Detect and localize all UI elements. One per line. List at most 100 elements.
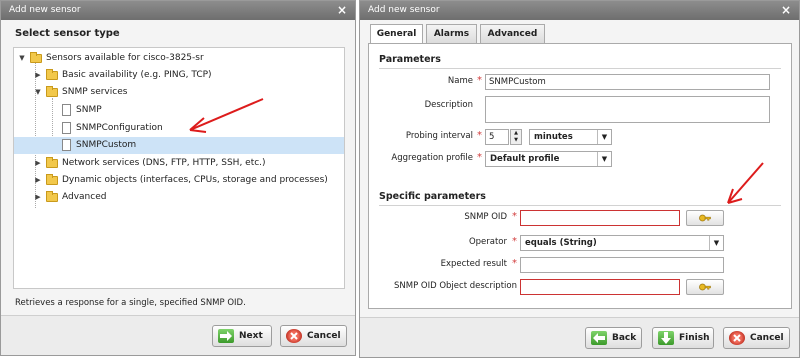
key-icon [699,283,711,291]
tab-advanced[interactable]: Advanced [480,24,545,43]
collapsed-icon[interactable]: ▶ [33,67,43,84]
tree-item-snmp[interactable]: SNMP [14,102,344,119]
snmp-oid-label: SNMP OID [464,212,507,222]
required-icon: * [512,236,517,247]
tree-root[interactable]: ▼ Sensors available for cisco-3825-sr [14,50,344,67]
cancel-button[interactable]: Cancel [280,325,347,347]
divider [379,68,781,69]
cancel-icon [729,331,745,345]
finish-button-label: Finish [679,333,710,343]
next-button-label: Next [239,331,263,341]
tree-item-snmp-configuration[interactable]: SNMPConfiguration [14,120,344,137]
sensor-page-icon [62,122,71,134]
tree-item-snmp-custom[interactable]: SNMPCustom [14,137,344,154]
tree-item-basic-availability[interactable]: ▶ Basic availability (e.g. PING, TCP) [14,67,344,84]
tree-item-label: SNMP services [62,87,128,97]
probing-interval-input[interactable]: 5 [485,129,509,145]
probing-unit-value: minutes [534,132,573,142]
oid-lookup-button[interactable] [686,210,724,226]
expected-result-label: Expected result [440,259,507,269]
right-button-bar: Back Finish Cancel [360,317,799,357]
tree-item-snmp-services[interactable]: ▼ SNMP services [14,84,344,101]
tree-root-label: Sensors available for cisco-3825-sr [46,53,204,63]
parameters-heading: Parameters [379,54,441,65]
chevron-down-icon: ▼ [709,236,723,250]
tree-item-label: SNMP [76,105,102,115]
operator-value: equals (String) [525,238,597,248]
oid-description-lookup-button[interactable] [686,279,724,295]
tree-item-label: SNMPConfiguration [76,123,163,133]
cancel-icon [286,329,302,343]
expanded-icon[interactable]: ▼ [17,50,27,67]
close-icon[interactable]: × [781,3,791,17]
left-dialog-title: Add new sensor [9,5,81,15]
tree-item-label: Dynamic objects (interfaces, CPUs, stora… [62,175,328,185]
required-icon: * [477,152,482,163]
general-tab-content: Parameters Name * SNMPCustom Description… [368,43,792,309]
aggregation-profile-label: Aggregation profile [391,153,473,163]
next-button[interactable]: Next [212,325,272,347]
key-icon [699,214,711,222]
select-sensor-dialog: Add new sensor × Select sensor type ▼ Se… [0,0,356,356]
tab-general[interactable]: General [370,24,423,44]
tree-item-network-services[interactable]: ▶ Network services (DNS, FTP, HTTP, SSH,… [14,155,344,172]
description-label: Description [424,100,473,110]
back-button[interactable]: Back [585,327,642,349]
required-icon: * [512,211,517,222]
tree-item-label: Network services (DNS, FTP, HTTP, SSH, e… [62,158,266,168]
cancel-button-label: Cancel [307,331,341,341]
aggregation-profile-value: Default profile [490,154,560,164]
probing-unit-select[interactable]: minutes ▼ [529,129,612,145]
cancel-button[interactable]: Cancel [723,327,790,349]
probing-interval-label: Probing interval [405,131,473,141]
expected-result-input[interactable] [520,257,724,273]
collapsed-icon[interactable]: ▶ [33,189,43,206]
tree-item-advanced[interactable]: ▶ Advanced [14,189,344,206]
folder-icon [46,191,58,202]
spinner-icon[interactable]: ▲ ▼ [510,129,522,145]
folder-open-icon [30,52,42,63]
sensor-page-icon [62,104,71,116]
name-input[interactable]: SNMPCustom [485,74,770,90]
name-label: Name [447,76,473,86]
specific-parameters-heading: Specific parameters [379,191,486,202]
arrow-right-icon [218,329,234,343]
description-input[interactable] [485,96,770,123]
tree-item-dynamic-objects[interactable]: ▶ Dynamic objects (interfaces, CPUs, sto… [14,172,344,189]
oid-object-description-label: SNMP OID Object description [393,281,517,291]
sensor-description: Retrieves a response for a single, speci… [15,298,246,308]
sensor-tree: ▼ Sensors available for cisco-3825-sr ▶ … [13,47,345,289]
select-sensor-type-heading: Select sensor type [15,28,120,39]
cancel-button-label: Cancel [750,333,784,343]
left-button-bar: Next Cancel [1,315,355,355]
close-icon[interactable]: × [337,3,347,17]
chevron-down-icon: ▼ [597,152,611,166]
tree-item-label: SNMPCustom [76,140,137,150]
expanded-icon[interactable]: ▼ [33,84,43,101]
arrow-left-icon [591,331,607,345]
right-dialog-title: Add new sensor [368,5,440,15]
aggregation-profile-select[interactable]: Default profile ▼ [485,151,612,167]
operator-label: Operator [468,237,507,247]
required-icon: * [512,258,517,269]
folder-icon [46,174,58,185]
collapsed-icon[interactable]: ▶ [33,172,43,189]
required-icon: * [477,130,482,141]
oid-object-description-input[interactable] [520,279,680,295]
sensor-page-icon [62,139,71,151]
sensor-settings-dialog: Add new sensor × General Alarms Advanced… [359,0,800,358]
back-button-label: Back [612,333,637,343]
tree-item-label: Basic availability (e.g. PING, TCP) [62,70,212,80]
folder-open-icon [46,86,58,97]
right-dialog-titlebar: Add new sensor × [360,1,799,20]
left-dialog-titlebar: Add new sensor × [1,1,355,20]
snmp-oid-input[interactable] [520,210,680,226]
finish-button[interactable]: Finish [652,327,714,349]
arrow-down-icon [658,331,674,345]
operator-select[interactable]: equals (String) ▼ [520,235,724,251]
chevron-down-icon: ▼ [597,130,611,144]
tree-item-label: Advanced [62,192,107,202]
divider [379,205,781,206]
collapsed-icon[interactable]: ▶ [33,155,43,172]
tab-alarms[interactable]: Alarms [426,24,477,43]
